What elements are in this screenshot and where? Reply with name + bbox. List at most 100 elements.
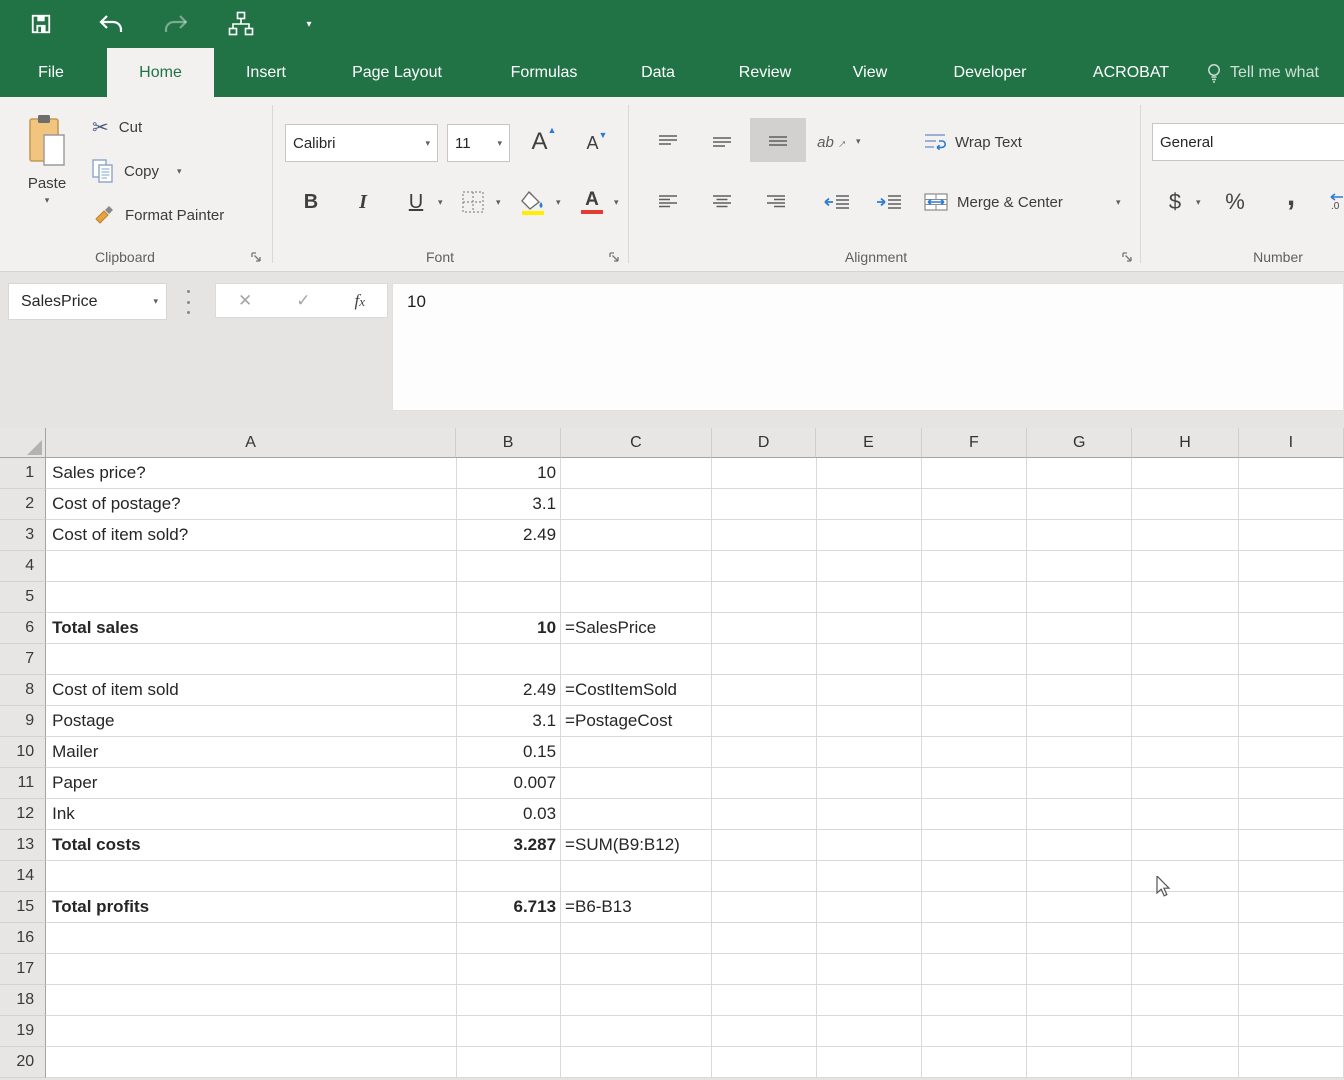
column-header-E[interactable]: E [816, 428, 922, 458]
cell-D18[interactable] [712, 985, 817, 1016]
cell-E16[interactable] [816, 923, 922, 954]
cell-B9[interactable]: 3.1 [456, 706, 562, 737]
cell-H14[interactable] [1132, 861, 1239, 892]
cell-B19[interactable] [456, 1016, 562, 1047]
cell-E19[interactable] [816, 1016, 922, 1047]
cell-A6[interactable]: Total sales [46, 613, 457, 644]
cell-E14[interactable] [816, 861, 922, 892]
custom-macro-button[interactable] [226, 9, 256, 39]
cell-A17[interactable] [46, 954, 457, 985]
cell-E5[interactable] [816, 582, 922, 613]
cell-I7[interactable] [1238, 644, 1344, 675]
align-right-button[interactable] [758, 183, 794, 221]
cell-A4[interactable] [46, 551, 457, 582]
cell-H17[interactable] [1132, 954, 1239, 985]
cell-G19[interactable] [1027, 1016, 1133, 1047]
wrap-text-button[interactable]: Wrap Text [924, 123, 1094, 161]
cell-D19[interactable] [712, 1016, 817, 1047]
cell-H5[interactable] [1132, 582, 1239, 613]
cell-C20[interactable] [561, 1047, 713, 1078]
name-box[interactable]: SalesPrice ▾ [8, 283, 167, 320]
cell-F19[interactable] [921, 1016, 1028, 1047]
cell-B3[interactable]: 2.49 [456, 520, 562, 551]
row-header-7[interactable]: 7 [0, 644, 47, 675]
cell-C11[interactable] [561, 768, 713, 799]
cell-E8[interactable] [816, 675, 922, 706]
borders-dropdown-icon[interactable]: ▾ [496, 198, 501, 207]
copy-button[interactable]: Copy ▾ [92, 157, 252, 185]
tab-view[interactable]: View [836, 48, 904, 97]
cell-B8[interactable]: 2.49 [456, 675, 562, 706]
tab-data[interactable]: Data [622, 48, 694, 97]
cell-I20[interactable] [1238, 1047, 1344, 1078]
cell-F12[interactable] [921, 799, 1028, 830]
cell-A5[interactable] [46, 582, 457, 613]
decrease-font-size-button[interactable]: A ▼ [575, 125, 619, 161]
cell-C16[interactable] [561, 923, 713, 954]
cell-B11[interactable]: 0.007 [456, 768, 562, 799]
cell-A19[interactable] [46, 1016, 457, 1047]
cell-F11[interactable] [921, 768, 1028, 799]
cell-F20[interactable] [921, 1047, 1028, 1078]
cell-F6[interactable] [921, 613, 1028, 644]
cell-D12[interactable] [712, 799, 817, 830]
cell-A7[interactable] [46, 644, 457, 675]
cell-D2[interactable] [712, 489, 817, 520]
paste-button[interactable]: Paste ▾ [14, 109, 80, 239]
tab-tell-me-what[interactable]: Tell me what [1205, 48, 1344, 97]
cell-D1[interactable] [712, 458, 817, 489]
font-size-combo[interactable]: 11 ▾ [447, 124, 510, 162]
cell-G4[interactable] [1027, 551, 1133, 582]
cell-A8[interactable]: Cost of item sold [46, 675, 457, 706]
cell-F4[interactable] [921, 551, 1028, 582]
cell-C7[interactable] [561, 644, 713, 675]
cell-H18[interactable] [1132, 985, 1239, 1016]
align-center-button[interactable] [704, 183, 740, 221]
cell-F15[interactable] [921, 892, 1028, 923]
cell-C4[interactable] [561, 551, 713, 582]
row-header-15[interactable]: 15 [0, 892, 47, 923]
cancel-icon[interactable]: ✕ [238, 291, 252, 311]
cell-G5[interactable] [1027, 582, 1133, 613]
cell-D20[interactable] [712, 1047, 817, 1078]
bold-button[interactable]: B [294, 183, 328, 221]
clipboard-dialog-launcher[interactable] [250, 251, 262, 263]
cell-E6[interactable] [816, 613, 922, 644]
cell-B5[interactable] [456, 582, 562, 613]
format-painter-button[interactable]: Format Painter [92, 201, 267, 229]
cell-I9[interactable] [1238, 706, 1344, 737]
cell-I11[interactable] [1238, 768, 1344, 799]
save-button[interactable] [26, 9, 56, 39]
cell-D17[interactable] [712, 954, 817, 985]
cell-B13[interactable]: 3.287 [456, 830, 562, 861]
cell-A10[interactable]: Mailer [46, 737, 457, 768]
cell-A1[interactable]: Sales price? [46, 458, 457, 489]
insert-function-icon[interactable]: fx [354, 291, 365, 311]
row-header-10[interactable]: 10 [0, 737, 47, 768]
cell-G18[interactable] [1027, 985, 1133, 1016]
cell-C12[interactable] [561, 799, 713, 830]
cell-E2[interactable] [816, 489, 922, 520]
number-format-combo[interactable]: General [1152, 123, 1344, 161]
row-header-9[interactable]: 9 [0, 706, 47, 737]
cell-B7[interactable] [456, 644, 562, 675]
cell-H16[interactable] [1132, 923, 1239, 954]
cell-E4[interactable] [816, 551, 922, 582]
cell-A16[interactable] [46, 923, 457, 954]
cell-I4[interactable] [1238, 551, 1344, 582]
cell-D6[interactable] [712, 613, 817, 644]
row-header-14[interactable]: 14 [0, 861, 47, 892]
cell-D7[interactable] [712, 644, 817, 675]
row-header-8[interactable]: 8 [0, 675, 47, 706]
cell-B16[interactable] [456, 923, 562, 954]
row-header-5[interactable]: 5 [0, 582, 47, 613]
cell-B20[interactable] [456, 1047, 562, 1078]
cell-G15[interactable] [1027, 892, 1133, 923]
cell-H12[interactable] [1132, 799, 1239, 830]
cell-B4[interactable] [456, 551, 562, 582]
cell-H15[interactable] [1132, 892, 1239, 923]
row-header-4[interactable]: 4 [0, 551, 47, 582]
alignment-dialog-launcher[interactable] [1121, 251, 1133, 263]
cell-H3[interactable] [1132, 520, 1239, 551]
cell-D11[interactable] [712, 768, 817, 799]
